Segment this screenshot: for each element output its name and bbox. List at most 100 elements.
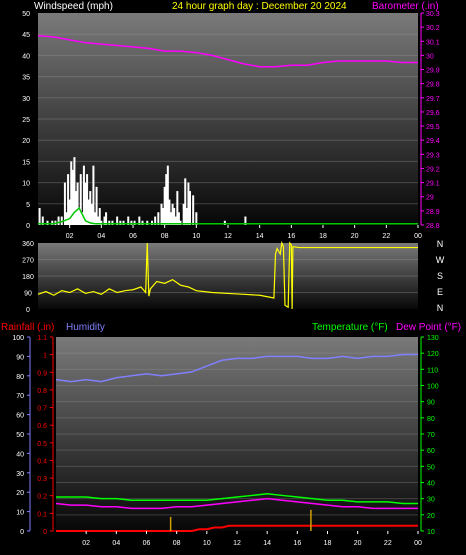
windspeed-gust-bar [57,216,60,225]
barometer-tick-label: 29.3 [426,152,440,159]
humidity-tick-label: 20 [16,490,24,497]
barometer-tick-label: 30.3 [426,11,440,18]
windspeed-tick-label: 50 [22,11,30,18]
wind-x-tick-label: 06 [129,233,137,240]
humidity-tick-label: 100 [12,335,24,342]
temperature-x-axis: 02 04 06 08 10 12 14 16 18 20 22 00 [82,531,422,547]
temperature-x-tick-label: 18 [324,540,332,547]
compass-label: E [437,287,443,297]
rainfall-tick-label: 0 [43,529,47,536]
barometer-axis: 28.8 28.9 29 29.1 29.2 29.3 29.4 29.5 29.6 29.7 29… [421,11,440,230]
windspeed-tick-label: 5 [26,202,30,209]
temperature-x-tick-label: 16 [293,540,301,547]
humidity-axis: 0 10 20 30 40 50 60 70 80 90 100 [12,335,30,536]
humidity-tick-label: 0 [20,529,24,536]
windspeed-tick-label: 25 [22,117,30,124]
temperature-tick-label: 130 [427,335,439,342]
wind-x-tick-label: 04 [97,233,105,240]
wind-x-tick-label: 14 [256,233,264,240]
wind-x-tick-label: 18 [319,233,327,240]
humidity-tick-label: 10 [16,510,24,517]
temperature-tick-label: 120 [427,351,439,358]
temperature-tick-label: 20 [427,513,435,520]
humidity-tick-label: 80 [16,374,24,381]
wind-x-tick-label: 08 [161,233,169,240]
windspeed-gust-bar [192,195,195,225]
windspeed-tick-label: 15 [22,159,30,166]
barometer-tick-label: 29.9 [426,68,440,75]
rainfall-tick-label: 1 [43,353,47,360]
rainfall-tick-label: 1.1 [37,335,47,342]
temperature-tick-label: 100 [427,384,439,391]
windspeed-tick-label: 35 [22,75,30,82]
temperature-tick-label: 40 [427,481,435,488]
temperature-tick-label: 60 [427,448,435,455]
rainfall-tick-label: 0.1 [37,511,47,518]
rainfall-axis: 0 0.1 0.2 0.3 0.4 0.5 0.6 0.7 0.8 0.9 1 1.1 [37,335,53,536]
humidity-tick-label: 70 [16,393,24,400]
rainfall-tick-label: 0.4 [37,458,47,465]
humidity-label: Humidity [66,322,105,333]
wind-x-tick-label: 22 [382,233,390,240]
direction-tick-label: 180 [22,274,34,281]
rainfall-tick-label: 0.9 [37,370,47,377]
weather-graph: Windspeed (mph) 24 hour graph day : Dece… [1,1,461,547]
windspeed-tick-label: 40 [22,53,30,60]
humidity-tick-label: 90 [16,354,24,361]
windspeed-axis: 0 5 10 15 20 25 30 35 40 45 50 [22,11,30,230]
temperature-x-tick-label: 20 [354,540,362,547]
temperature-x-tick-label: 02 [82,540,90,547]
barometer-tick-label: 28.8 [426,223,440,230]
direction-tick-label: 360 [22,241,34,248]
direction-tick-label: 0 [26,307,30,314]
temperature-label: Temperature (°F) [312,322,388,333]
windspeed-label: Windspeed (mph) [34,1,113,12]
compass-label: N [437,239,444,249]
temperature-x-tick-label: 12 [233,540,241,547]
temperature-x-tick-label: 08 [173,540,181,547]
barometer-tick-label: 29.2 [426,166,440,173]
wind-x-tick-label: 02 [66,233,74,240]
temperature-tick-label: 110 [427,367,438,374]
barometer-tick-label: 29.7 [426,96,440,103]
temperature-axis: 10 20 30 40 50 60 70 80 90 100 110 120 130 [421,335,439,536]
compass-label: N [437,303,444,313]
temperature-x-tick-label: 00 [414,540,422,547]
wind-x-tick-label: 16 [287,233,295,240]
wind-x-tick-label: 00 [414,233,422,240]
temperature-tick-label: 90 [427,400,435,407]
direction-tick-label: 90 [24,291,32,298]
humidity-tick-label: 50 [16,432,24,439]
temperature-tick-label: 10 [427,529,435,536]
windspeed-tick-label: 0 [26,223,30,230]
temperature-tick-label: 30 [427,497,435,504]
graph-title: 24 hour graph day : December 20 2024 [172,1,347,12]
compass-label: W [436,255,445,265]
wind-x-tick-label: 20 [351,233,359,240]
temperature-tick-label: 70 [427,432,435,439]
barometer-tick-label: 29.8 [426,82,440,89]
wind-x-tick-label: 10 [192,233,200,240]
dewpoint-label: Dew Point (°F) [396,322,461,333]
rainfall-tick-label: 0.5 [37,441,47,448]
barometer-tick-label: 30.1 [426,39,440,46]
direction-tick-label: 270 [22,258,34,265]
barometer-tick-label: 29.5 [426,124,440,131]
rainfall-tick-label: 0.3 [37,476,47,483]
barometer-tick-label: 30.2 [426,25,440,32]
rainfall-tick-label: 0.6 [37,423,47,430]
barometer-tick-label: 29.6 [426,110,440,117]
temperature-x-tick-label: 14 [263,540,271,547]
rainfall-tick-label: 0.2 [37,494,47,501]
temperature-x-tick-label: 04 [112,540,120,547]
humidity-tick-label: 30 [16,471,24,478]
windspeed-tick-label: 10 [22,181,30,188]
temperature-tick-label: 50 [427,464,435,471]
compass-label: S [437,271,443,281]
humidity-tick-label: 40 [16,451,24,458]
windspeed-tick-label: 30 [22,96,30,103]
windspeed-tick-label: 45 [22,32,30,39]
temperature-x-tick-label: 22 [384,540,392,547]
rainfall-tick-label: 0.7 [37,406,47,413]
windspeed-gust-bar [189,191,191,225]
